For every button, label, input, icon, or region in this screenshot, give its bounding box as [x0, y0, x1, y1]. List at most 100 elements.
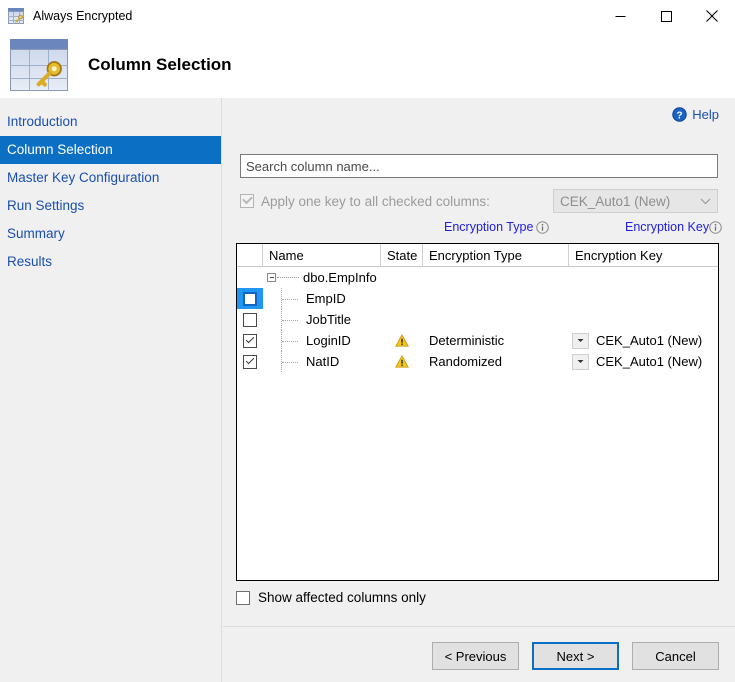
- row-encryption-key-cell[interactable]: [569, 309, 718, 330]
- wizard-steps-sidebar: Introduction Column Selection Master Key…: [0, 98, 222, 682]
- header-grid-key-icon: [10, 39, 68, 91]
- row-checkbox-cell[interactable]: [237, 351, 263, 372]
- sidebar-item-run-settings[interactable]: Run Settings: [0, 192, 221, 220]
- row-name-cell: NatID: [263, 351, 381, 372]
- search-input[interactable]: [240, 154, 718, 178]
- apply-one-key-row: Apply one key to all checked columns: CE…: [240, 189, 718, 213]
- svg-text:?: ?: [677, 110, 683, 121]
- show-affected-columns-row[interactable]: Show affected columns only: [236, 590, 426, 605]
- grid-header-checkbox: [237, 244, 263, 266]
- warning-icon: [395, 355, 409, 368]
- next-button[interactable]: Next >: [532, 642, 619, 670]
- row-checkbox[interactable]: [243, 354, 257, 369]
- grid-header-row: Name State Encryption Type Encryption Ke…: [237, 244, 718, 267]
- encryption-key-link[interactable]: Encryption Key: [625, 220, 709, 234]
- close-icon: [706, 10, 718, 22]
- apply-one-key-checkbox[interactable]: [240, 193, 254, 208]
- tree-connector: [277, 277, 299, 278]
- window-title: Always Encrypted: [33, 9, 133, 23]
- footer-buttons: < Previous Next > Cancel: [432, 642, 719, 670]
- table-row[interactable]: JobTitle: [237, 309, 718, 330]
- show-affected-columns-checkbox[interactable]: [236, 590, 250, 605]
- row-state-cell: [381, 330, 423, 351]
- sidebar-item-introduction[interactable]: Introduction: [0, 108, 221, 136]
- row-state-cell: [381, 267, 423, 288]
- row-checkbox[interactable]: [243, 333, 257, 348]
- row-name-cell: LoginID: [263, 330, 381, 351]
- grid-header-encryption-key[interactable]: Encryption Key: [569, 244, 718, 266]
- columns-grid: Name State Encryption Type Encryption Ke…: [236, 243, 719, 581]
- key-icon: [36, 60, 62, 87]
- row-state-cell: [381, 351, 423, 372]
- row-encryption-type-cell[interactable]: Randomized: [423, 351, 569, 372]
- grid-header-state[interactable]: State: [381, 244, 423, 266]
- window-controls: [597, 0, 735, 32]
- close-button[interactable]: [689, 0, 735, 32]
- row-encryption-key-cell[interactable]: CEK_Auto1 (New): [569, 351, 718, 372]
- grid-header-encryption-type[interactable]: Encryption Type: [423, 244, 569, 266]
- grid-header-name[interactable]: Name: [263, 244, 381, 266]
- row-checkbox-cell[interactable]: [237, 330, 263, 351]
- table-name-label: dbo.EmpInfo: [303, 270, 377, 285]
- chevron-down-icon: [577, 339, 584, 342]
- sidebar-item-column-selection[interactable]: Column Selection: [0, 136, 221, 164]
- column-name-label: LoginID: [306, 333, 351, 348]
- page-title: Column Selection: [88, 55, 232, 74]
- row-encryption-type-cell[interactable]: [423, 288, 569, 309]
- row-checkbox[interactable]: [243, 291, 257, 306]
- window-body: Introduction Column Selection Master Key…: [0, 98, 735, 682]
- encryption-key-value: CEK_Auto1 (New): [596, 333, 703, 348]
- table-row[interactable]: dbo.EmpInfo: [237, 267, 718, 288]
- row-encryption-key-cell[interactable]: CEK_Auto1 (New): [569, 330, 718, 351]
- title-bar: Always Encrypted: [0, 0, 735, 32]
- chevron-down-icon: [700, 198, 711, 204]
- always-encrypted-wizard-window: Always Encrypted Column Selection Introd…: [0, 0, 735, 682]
- sidebar-item-results[interactable]: Results: [0, 248, 221, 276]
- cancel-button[interactable]: Cancel: [632, 642, 719, 670]
- column-name-label: NatID: [306, 354, 340, 369]
- apply-one-key-label: Apply one key to all checked columns:: [261, 193, 490, 209]
- help-label: Help: [692, 107, 719, 122]
- key-icon: [14, 14, 23, 23]
- encryption-key-value: CEK_Auto1 (New): [596, 354, 703, 369]
- column-name-label: EmpID: [306, 291, 346, 306]
- row-checkbox-cell[interactable]: [237, 267, 263, 288]
- row-state-cell: [381, 309, 423, 330]
- table-row[interactable]: NatID Randomized CEK_Auto1 (New): [237, 351, 718, 372]
- encryption-type-info-icon[interactable]: [536, 221, 549, 234]
- sidebar-item-summary[interactable]: Summary: [0, 220, 221, 248]
- row-encryption-key-cell[interactable]: [569, 288, 718, 309]
- minimize-icon: [615, 15, 625, 17]
- tree-collapse-icon[interactable]: [267, 273, 276, 282]
- row-checkbox-cell[interactable]: [237, 288, 263, 309]
- row-checkbox[interactable]: [243, 312, 257, 327]
- grid-key-icon: [8, 8, 24, 24]
- column-option-links: Encryption Type Encryption Key: [240, 219, 722, 239]
- encryption-key-info-icon[interactable]: [709, 221, 722, 234]
- warning-icon: [395, 334, 409, 347]
- encryption-type-link[interactable]: Encryption Type: [444, 220, 533, 234]
- row-encryption-key-cell: [569, 267, 718, 288]
- table-row[interactable]: EmpID: [237, 288, 718, 309]
- apply-one-key-selected-value: CEK_Auto1 (New): [560, 193, 671, 209]
- maximize-icon: [660, 10, 672, 22]
- encryption-key-dropdown-button[interactable]: [572, 353, 589, 370]
- row-name-cell: JobTitle: [263, 309, 381, 330]
- minimize-button[interactable]: [597, 0, 643, 32]
- row-encryption-type-cell[interactable]: Deterministic: [423, 330, 569, 351]
- row-name-cell: EmpID: [263, 288, 381, 309]
- encryption-key-dropdown-button[interactable]: [572, 332, 589, 349]
- chevron-down-icon: [577, 360, 584, 363]
- page-header: Column Selection: [0, 32, 735, 98]
- row-name-cell: dbo.EmpInfo: [263, 267, 381, 288]
- sidebar-item-master-key-configuration[interactable]: Master Key Configuration: [0, 164, 221, 192]
- previous-button[interactable]: < Previous: [432, 642, 519, 670]
- column-name-label: JobTitle: [306, 312, 352, 327]
- table-row[interactable]: LoginID Deterministic CEK_Auto1 (New): [237, 330, 718, 351]
- apply-one-key-dropdown[interactable]: CEK_Auto1 (New): [553, 189, 718, 213]
- row-checkbox-cell[interactable]: [237, 309, 263, 330]
- footer-separator: [223, 626, 735, 627]
- row-encryption-type-cell[interactable]: [423, 309, 569, 330]
- help-link[interactable]: ? Help: [672, 107, 719, 122]
- maximize-button[interactable]: [643, 0, 689, 32]
